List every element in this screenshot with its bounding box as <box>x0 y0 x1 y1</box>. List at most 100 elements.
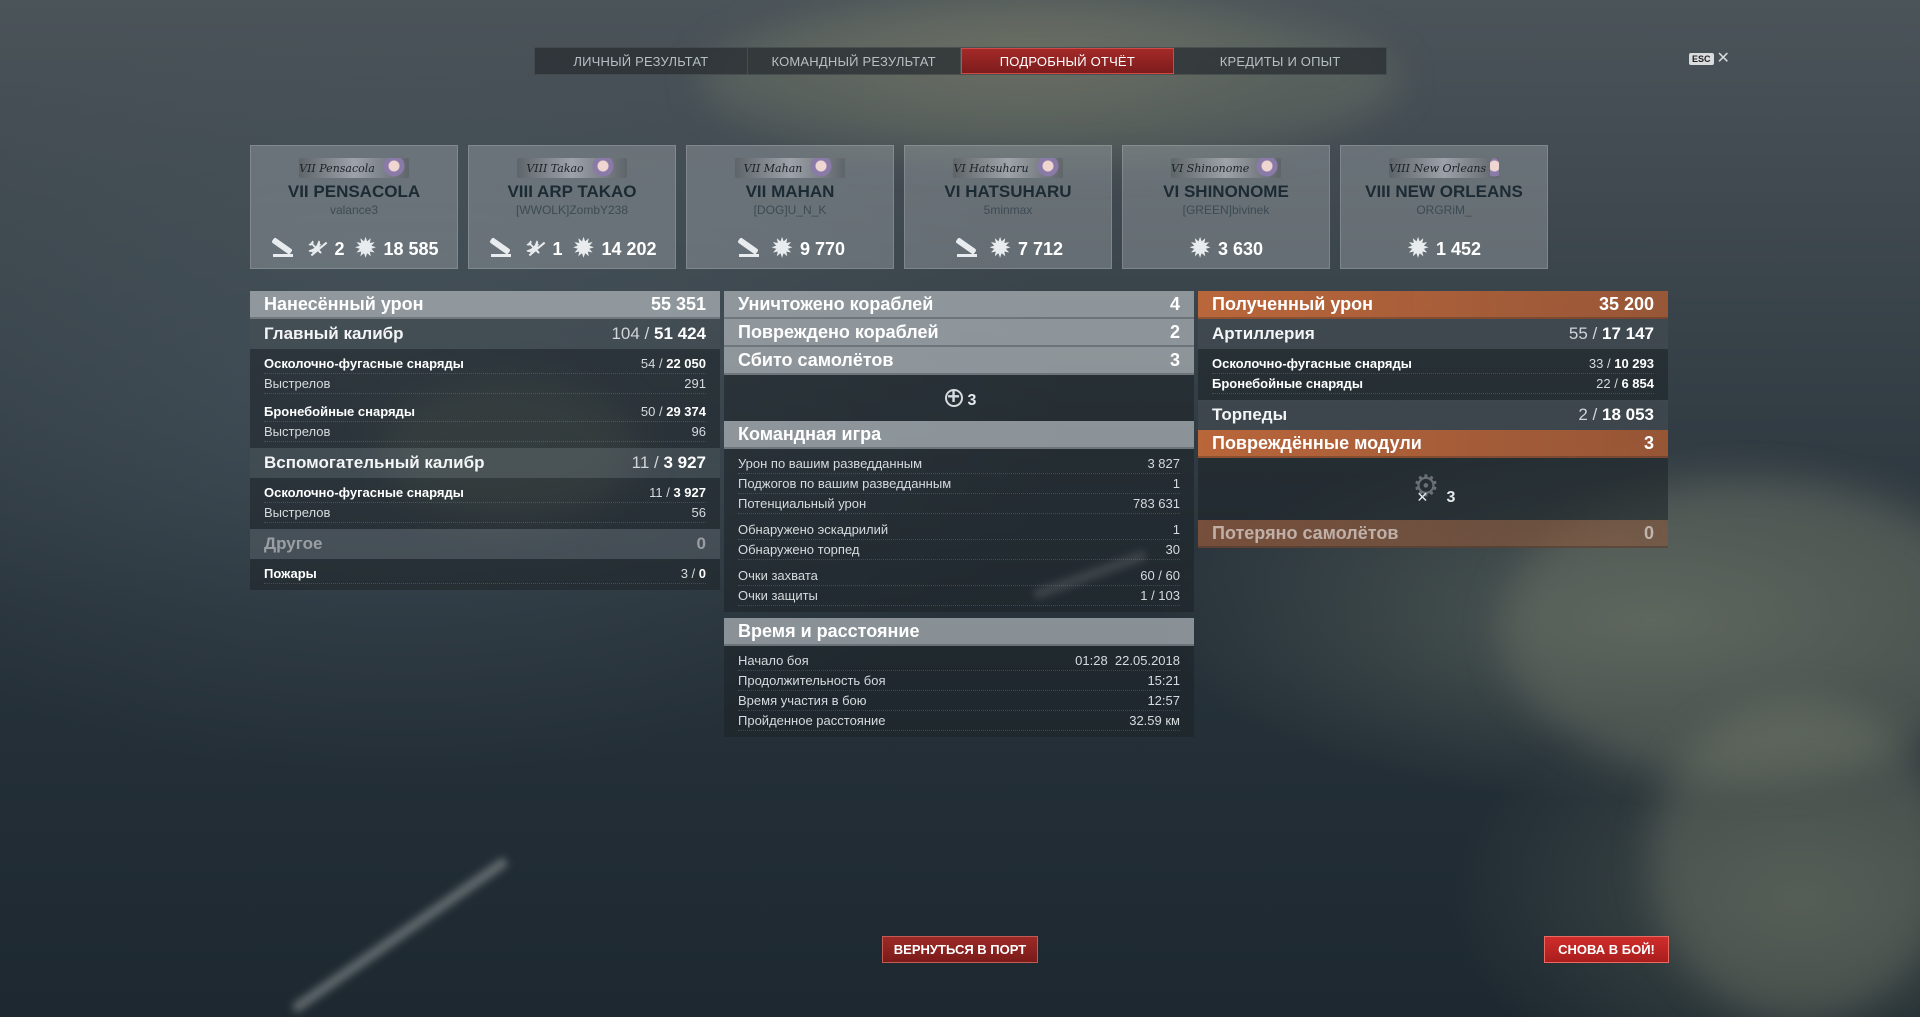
ship-flag: VII Mahan <box>735 158 845 178</box>
artillery-header: Артиллерия 55 / 17 147 <box>1198 319 1668 349</box>
artillery-details: Осколочно-фугасные снаряды 33 / 10 293 Бр… <box>1198 349 1668 400</box>
stat-row: Время участия в бою 12:57 <box>738 691 1180 711</box>
player-name: [WWOLK]ZombY238 <box>515 203 629 217</box>
stat-row: Очки захвата 60 / 60 <box>738 566 1180 586</box>
ship-portrait-icon <box>1032 158 1063 178</box>
team-play-details: Урон по вашим разведданным 3 827 Поджогов… <box>724 449 1194 612</box>
close-icon: ✕ <box>1716 50 1730 67</box>
stat-row: Выстрелов 96 <box>264 422 706 442</box>
damage-icon <box>1189 234 1215 263</box>
ship-flag: VI Shinonome <box>1171 158 1281 178</box>
damage-received-header: Полученный урон 35 200 <box>1198 291 1668 319</box>
ship-name: VI SHINONOME <box>1163 182 1289 201</box>
planes-stat: 1 <box>523 238 562 260</box>
damage-stat: 14 202 <box>572 234 656 263</box>
ships-destroyed-header: Уничтожено кораблей 4 <box>724 291 1194 319</box>
flag-text: VIII Takao <box>526 161 584 175</box>
stat-row: Бронебойные снаряды 50 / 29 374 <box>264 402 706 422</box>
stat-row: Выстрелов 56 <box>264 503 706 523</box>
planes-shot-icon-box: 3 <box>724 375 1194 421</box>
damage-icon <box>572 234 598 263</box>
flag-text: VI Hatsuharu <box>953 161 1029 175</box>
ship-name: VIII NEW ORLEANS <box>1365 182 1523 201</box>
stat-row: Очки защиты 1 / 103 <box>738 586 1180 606</box>
tab-bar: ЛИЧНЫЙ РЕЗУЛЬТАТ КОМАНДНЫЙ РЕЗУЛЬТАТ ПОД… <box>534 47 1387 75</box>
ship-flag: VII Pensacola <box>299 158 409 178</box>
damage-icon <box>354 234 380 263</box>
ship-card[interactable]: VIII New Orleans VIII NEW ORLEANS ORGRiM… <box>1340 145 1548 269</box>
ship-flag: VIII New Orleans <box>1389 158 1499 178</box>
ship-card[interactable]: VI Hatsuharu VI HATSUHARU 5minmax 7 712 <box>904 145 1112 269</box>
plane-shot-icon <box>305 238 331 260</box>
ship-portrait-icon <box>1253 158 1281 178</box>
player-name: [GREEN]bivinek <box>1182 203 1270 217</box>
torpedoes-header: Торпеды 2 / 18 053 <box>1198 400 1668 430</box>
stat-row: Потенциальный урон 783 631 <box>738 494 1180 514</box>
stat-row: Осколочно-фугасные снаряды 33 / 10 293 <box>1212 354 1654 374</box>
main-battery-details: Осколочно-фугасные снаряды 54 / 22 050 Вы… <box>250 349 720 448</box>
ship-card[interactable]: VII Mahan VII MAHAN [DOG]U_N_K 9 770 <box>686 145 894 269</box>
player-name: valance3 <box>329 203 379 217</box>
damage-dealt-panel: Нанесённый урон 55 351 Главный калибр 104… <box>250 291 720 590</box>
stat-row: Начало боя 01:28 22.05.2018 <box>738 651 1180 671</box>
destroyed-ship-icon <box>953 238 979 260</box>
esc-key-hint: ESC <box>1689 53 1714 65</box>
stat-row: Поджогов по вашим разведданным 1 <box>738 474 1180 494</box>
ship-card[interactable]: VII Pensacola VII PENSACOLA valance3 2 1… <box>250 145 458 269</box>
planes-stat: 2 <box>305 238 344 260</box>
kills-stat <box>487 238 513 260</box>
battle-again-button[interactable]: СНОВА В БОЙ! <box>1544 936 1669 963</box>
time-distance-header: Время и расстояние <box>724 618 1194 646</box>
kills-stat <box>735 238 761 260</box>
main-battery-header: Главный калибр 104 / 51 424 <box>250 319 720 349</box>
return-to-port-button[interactable]: ВЕРНУТЬСЯ В ПОРТ <box>882 936 1038 963</box>
stat-row: Осколочно-фугасные снаряды 11 / 3 927 <box>264 483 706 503</box>
flag-text: VIII New Orleans <box>1389 161 1487 175</box>
damaged-module-icon <box>1411 469 1445 507</box>
other-details: Пожары 3 / 0 <box>250 559 720 590</box>
flag-text: VII Mahan <box>743 161 803 175</box>
damaged-modules-header: Повреждённые модули 3 <box>1198 430 1668 458</box>
crosshair-icon <box>942 384 966 410</box>
ship-name: VII PENSACOLA <box>287 182 421 201</box>
secondary-battery-header: Вспомогательный калибр 11 / 3 927 <box>250 448 720 478</box>
kills-stat <box>269 238 295 260</box>
stat-row: Выстрелов 291 <box>264 374 706 394</box>
ship-portrait-icon <box>1490 158 1499 178</box>
player-name: 5minmax <box>983 203 1033 217</box>
tab-team-result[interactable]: КОМАНДНЫЙ РЕЗУЛЬТАТ <box>748 48 961 74</box>
planes-shot-header: Сбито самолётов 3 <box>724 347 1194 375</box>
destroyed-ship-icon <box>487 238 513 260</box>
ship-flag: VI Hatsuharu <box>953 158 1063 178</box>
flag-text: VI Shinonome <box>1171 161 1250 175</box>
ship-name: VI HATSUHARU <box>944 182 1072 201</box>
damage-icon <box>771 234 797 263</box>
stat-row: Пожары 3 / 0 <box>264 564 706 584</box>
ship-card[interactable]: VIII Takao VIII ARP TAKAO [WWOLK]ZombY23… <box>468 145 676 269</box>
damage-stat: 7 712 <box>989 234 1063 263</box>
team-play-header: Командная игра <box>724 421 1194 449</box>
destroyed-ship-icon <box>269 238 295 260</box>
damage-icon <box>1407 234 1433 263</box>
player-name: [DOG]U_N_K <box>753 203 827 217</box>
damaged-modules-icon-box: 3 <box>1198 458 1668 520</box>
other-header: Другое 0 <box>250 529 720 559</box>
ship-cards: VII Pensacola VII PENSACOLA valance3 2 1… <box>250 145 1548 269</box>
ship-portrait-icon <box>806 158 837 178</box>
tab-personal-result[interactable]: ЛИЧНЫЙ РЕЗУЛЬТАТ <box>535 48 748 74</box>
damage-stat: 1 452 <box>1407 234 1481 263</box>
player-name: ORGRiM_ <box>1416 203 1472 217</box>
flag-text: VII Pensacola <box>299 161 375 175</box>
damage-icon <box>989 234 1015 263</box>
damage-stat: 18 585 <box>354 234 438 263</box>
combat-results-panel: Уничтожено кораблей 4 Повреждено кораблей… <box>724 291 1194 737</box>
tab-detailed-report[interactable]: ПОДРОБНЫЙ ОТЧЁТ <box>960 48 1175 74</box>
stat-row: Продолжительность боя 15:21 <box>738 671 1180 691</box>
ship-card[interactable]: VI Shinonome VI SHINONOME [GREEN]bivinek… <box>1122 145 1330 269</box>
planes-lost-header: Потеряно самолётов 0 <box>1198 520 1668 548</box>
close-button[interactable]: ESC ✕ <box>1689 50 1730 67</box>
damage-stat: 3 630 <box>1189 234 1263 263</box>
stat-row: Осколочно-фугасные снаряды 54 / 22 050 <box>264 354 706 374</box>
stat-row: Урон по вашим разведданным 3 827 <box>738 454 1180 474</box>
tab-credits-xp[interactable]: КРЕДИТЫ И ОПЫТ <box>1174 48 1386 74</box>
